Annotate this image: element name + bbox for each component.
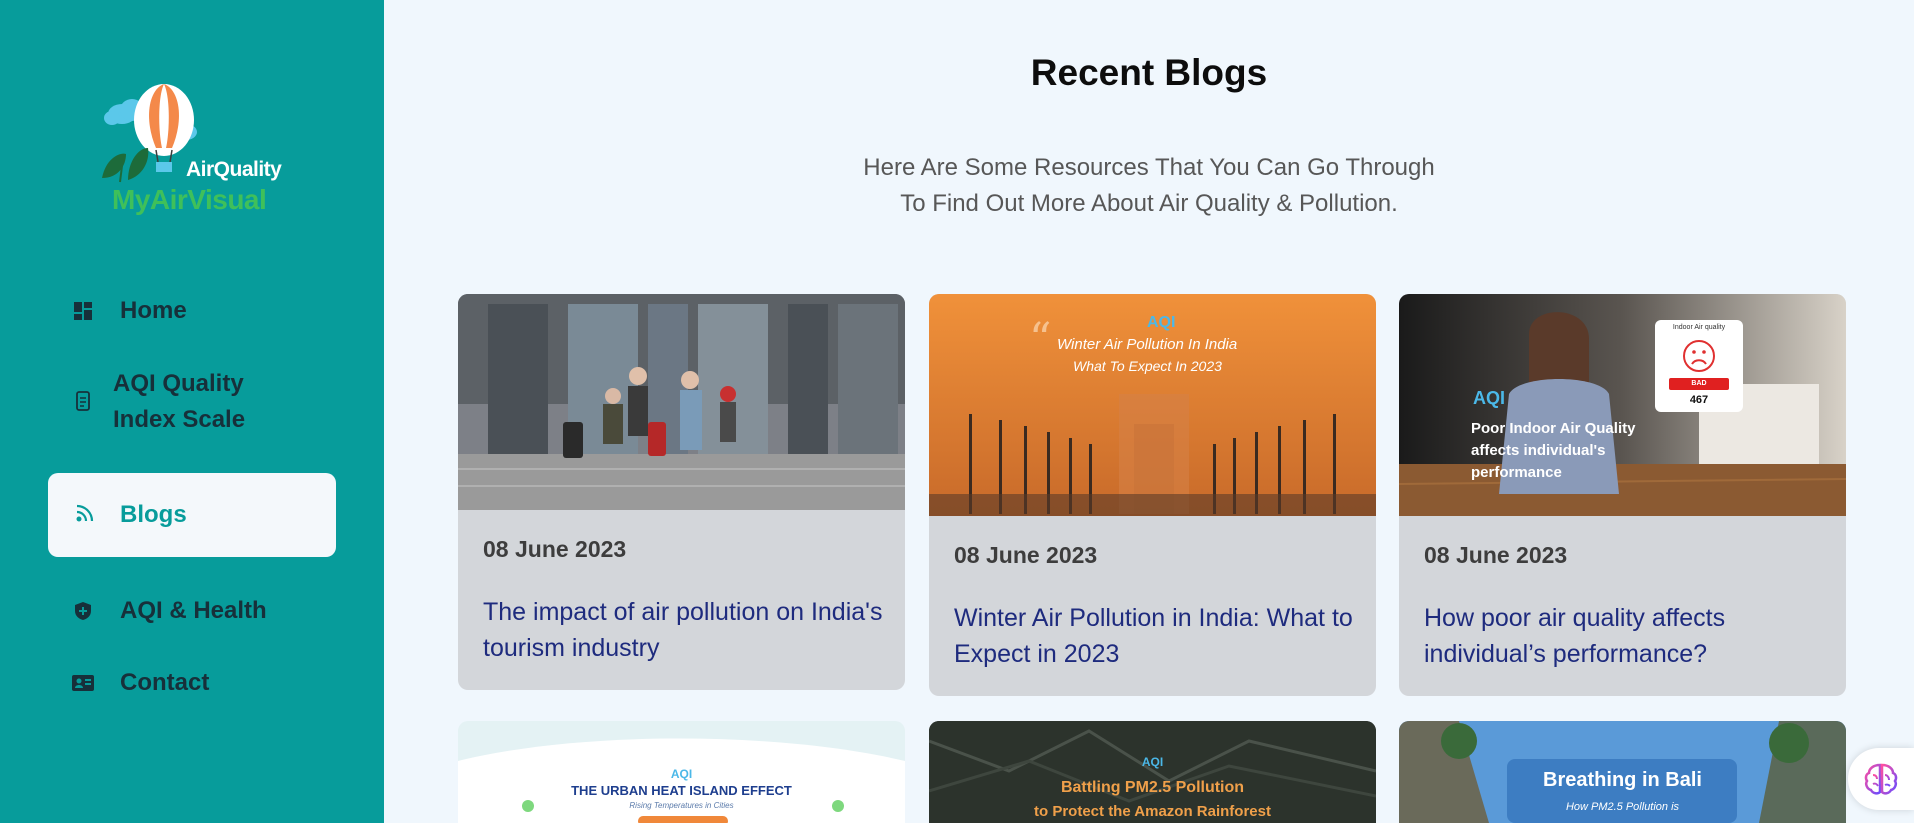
blog-card-date: 08 June 2023: [954, 542, 1098, 568]
page-subtitle-line2: To Find Out More About Air Quality & Pol…: [900, 190, 1398, 217]
page-subtitle-line1: Here Are Some Resources That You Can Go …: [863, 154, 1435, 181]
nav-item-aqi-health-label: AQI & Health: [120, 597, 267, 624]
sad-face-icon: [1683, 340, 1715, 372]
rss-feed-icon: [74, 504, 94, 529]
blog-card-image-text-2: What To Expect In 2023: [1073, 358, 1222, 374]
blog-card-image: [458, 294, 905, 510]
blog-card-image-text-3: performance: [1471, 464, 1562, 481]
nav-item-aqi-scale-line1: AQI Quality: [113, 370, 244, 397]
blog-card-image: Indoor Air quality BAD 467 AQI Poor Indo…: [1399, 294, 1846, 516]
page-subtitle: Here Are Some Resources That You Can Go …: [384, 150, 1914, 222]
nav-item-blogs-label: Blogs: [120, 501, 187, 528]
nav-item-blogs[interactable]: Blogs: [48, 473, 336, 557]
blog-card[interactable]: AQI THE URBAN HEAT ISLAND EFFECT Rising …: [458, 721, 905, 823]
nav-item-aqi-health[interactable]: AQI & Health: [72, 593, 267, 629]
indoor-aq-card-heading: Indoor Air quality: [1672, 324, 1726, 331]
shield-plus-icon: [72, 600, 94, 622]
nav-item-aqi-scale[interactable]: AQI Quality Index Scale: [72, 366, 245, 438]
blog-card-image-sub: to Protect the Amazon Rainforest: [1034, 803, 1271, 820]
blog-card-date: 08 June 2023: [483, 536, 627, 562]
nav-item-home[interactable]: Home: [72, 293, 187, 329]
blog-card-image-sub: How PM2.5 Pollution is: [1565, 801, 1680, 813]
blog-card[interactable]: Indoor Air quality BAD 467 AQI Poor Indo…: [1399, 294, 1846, 696]
sidebar: AirQuality MyAirVisual Home AQI Quality …: [0, 0, 384, 823]
blog-card-image-brand: AQI: [1473, 388, 1506, 408]
blog-card-image-text-1: Winter Air Pollution In India: [1057, 336, 1238, 353]
blog-card-image-text-2: affects individual's: [1471, 442, 1606, 459]
blog-card[interactable]: “ AQI Winter Air Pollution In India What…: [929, 294, 1376, 696]
blog-card[interactable]: AQI Battling PM2.5 Pollution to Protect …: [929, 721, 1376, 823]
nav-item-aqi-scale-line2: Index Scale: [113, 406, 246, 433]
blog-card[interactable]: Breathing in Bali How PM2.5 Pollution is: [1399, 721, 1846, 823]
blog-card-image-title: Battling PM2.5 Pollution: [1060, 779, 1245, 796]
blog-card-image-text: Poor Indoor Air Quality affects individu…: [1471, 418, 1635, 484]
logo-text-myairvisual: MyAirVisual: [112, 184, 267, 215]
dashboard-icon: [72, 300, 94, 322]
blog-card-title[interactable]: How poor air quality affects individual’…: [1424, 600, 1826, 672]
ai-assistant-button[interactable]: [1848, 748, 1914, 810]
blog-card-image-text-1: Poor Indoor Air Quality: [1471, 420, 1636, 437]
blog-card-image-sub: Rising Temperatures in Cities: [629, 801, 734, 810]
blog-card-image-title: THE URBAN HEAT ISLAND EFFECT: [571, 783, 792, 798]
blog-card-image-brand: AQI: [670, 767, 693, 781]
blog-card-title[interactable]: Winter Air Pollution in India: What to E…: [954, 600, 1356, 672]
svg-text:“: “: [1029, 314, 1052, 365]
blog-card-image: “ AQI Winter Air Pollution In India What…: [929, 294, 1376, 516]
brain-icon: [1864, 763, 1898, 795]
indoor-aq-card: Indoor Air quality BAD 467: [1655, 320, 1743, 412]
blog-card-image-brand: AQI: [1141, 755, 1164, 769]
indoor-aq-badge: BAD: [1669, 378, 1729, 390]
page-title: Recent Blogs: [1030, 52, 1268, 93]
blog-card-date: 08 June 2023: [1424, 542, 1568, 568]
logo-text-airquality: AirQuality: [186, 158, 282, 181]
nav-item-home-label: Home: [120, 297, 187, 324]
nav-item-contact-label: Contact: [120, 669, 210, 696]
document-icon: [72, 390, 94, 412]
blog-card-title[interactable]: The impact of air pollution on India's t…: [483, 594, 885, 666]
nav-item-contact[interactable]: Contact: [72, 665, 209, 701]
blog-card[interactable]: 08 June 2023 The impact of air pollution…: [458, 294, 905, 690]
indoor-aq-value: 467: [1689, 394, 1709, 406]
blog-card-image-brand: AQI: [1147, 314, 1176, 331]
blog-card-image-title: Breathing in Bali: [1543, 769, 1702, 791]
contact-card-icon: [72, 672, 94, 694]
